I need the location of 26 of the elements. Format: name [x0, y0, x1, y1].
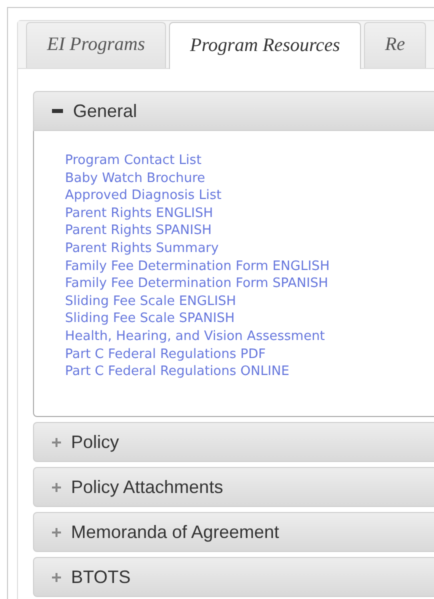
resource-link[interactable]: Part C Federal Regulations PDF [65, 346, 266, 364]
tab[interactable]: EI Programs [26, 22, 166, 68]
resource-link[interactable]: Parent Rights SPANISH [65, 222, 212, 240]
resource-link[interactable]: Parent Rights ENGLISH [65, 204, 214, 222]
resource-link[interactable]: Approved Diagnosis List [65, 187, 222, 205]
resource-link[interactable]: Family Fee Determination Form ENGLISH [65, 258, 330, 276]
accordion-header[interactable]: BTOTS [33, 557, 434, 597]
accordion-header[interactable]: Memoranda of Agreement [33, 512, 434, 552]
tab[interactable]: Program Resources [169, 22, 362, 69]
tab[interactable]: Re [364, 22, 426, 68]
accordion-header[interactable]: Policy [33, 422, 434, 462]
plus-icon [52, 528, 61, 536]
resource-link[interactable]: Program Contact List [65, 152, 202, 170]
resource-link[interactable]: Part C Federal Regulations ONLINE [65, 363, 290, 381]
plus-icon [52, 438, 61, 446]
resource-link[interactable]: Parent Rights Summary [65, 240, 219, 258]
resource-link[interactable]: Sliding Fee Scale SPANISH [65, 310, 235, 328]
plus-icon [52, 572, 61, 582]
resource-link[interactable]: Sliding Fee Scale ENGLISH [65, 292, 236, 310]
accordion-header[interactable]: General [33, 91, 434, 131]
resource-link[interactable]: Health, Hearing, and Vision Assessment [65, 328, 325, 346]
resource-link[interactable]: Family Fee Determination Form SPANISH [65, 275, 328, 293]
resource-link[interactable]: Baby Watch Brochure [65, 170, 206, 188]
minus-icon [52, 109, 63, 113]
accordion-header[interactable]: Policy Attachments [33, 467, 434, 507]
plus-icon [52, 482, 61, 492]
